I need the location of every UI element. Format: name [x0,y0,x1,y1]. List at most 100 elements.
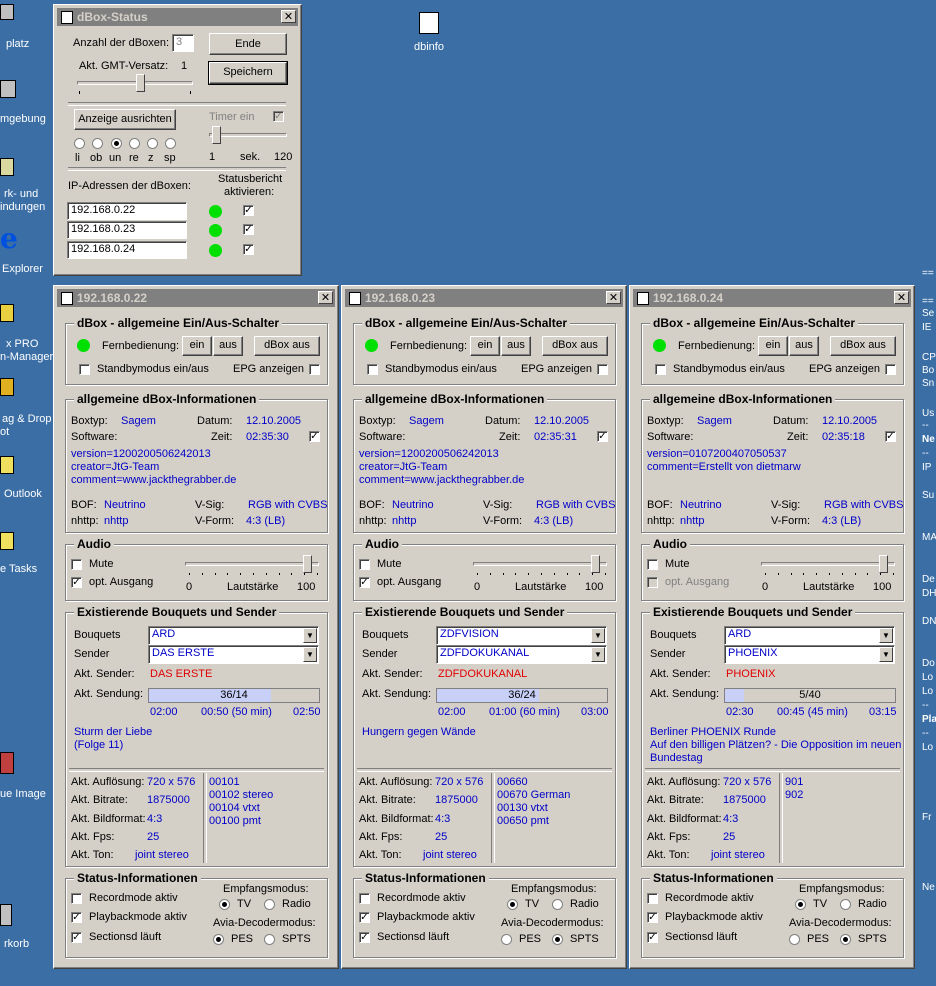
close-button[interactable]: ✕ [606,291,621,304]
playback-checkbox[interactable]: ✓ [647,912,658,923]
sender-select[interactable]: ZDFDOKUKANAL ▼ [436,645,607,664]
drag-drop-icon[interactable] [0,378,14,396]
chevron-down-icon[interactable]: ▼ [879,647,893,662]
dbox-off-button[interactable]: dBox aus [830,336,896,356]
chevron-down-icon[interactable]: ▼ [303,628,317,643]
sender-select[interactable]: DAS ERSTE ▼ [148,645,319,664]
pes-radio[interactable] [213,934,224,945]
tv-radio[interactable] [219,899,230,910]
volume-thumb[interactable] [879,555,888,573]
opt-out-checkbox[interactable]: ✓ [359,577,370,588]
desktop-icon-label[interactable]: x PRO [6,338,38,350]
playback-checkbox[interactable]: ✓ [359,912,370,923]
desktop-icon-label[interactable]: platz [6,38,29,50]
ip-field-2[interactable]: 192.168.0.23 [67,221,187,239]
sectionsd-checkbox[interactable]: ✓ [71,932,82,943]
position-radio-re[interactable] [129,138,140,149]
pro-manager-icon[interactable] [0,304,14,322]
desktop-icon-label[interactable]: ot [0,426,9,438]
tv-radio[interactable] [795,899,806,910]
title-bar[interactable]: dBox-Status ✕ [57,8,298,26]
radio-radio[interactable] [840,899,851,910]
record-checkbox[interactable] [71,893,82,904]
opt-out-checkbox[interactable] [647,577,658,588]
outlook-icon[interactable] [0,456,14,474]
mute-checkbox[interactable] [359,559,370,570]
zeit-checkbox[interactable]: ✓ [885,431,896,442]
status-checkbox[interactable]: ✓ [243,205,254,216]
desktop-icon-label[interactable]: ue Image [0,788,46,800]
volume-track[interactable] [185,562,319,566]
desktop-icon-label[interactable]: indungen [0,201,45,213]
mute-checkbox[interactable] [647,559,658,570]
desktop-icon-label[interactable]: Explorer [2,263,43,275]
internet-explorer-icon[interactable]: e [0,225,20,253]
remote-on-button[interactable]: ein [758,336,788,356]
pes-radio[interactable] [789,934,800,945]
remote-on-button[interactable]: ein [182,336,212,356]
title-bar[interactable]: 192.168.0.24 ✕ [633,289,911,307]
tasks-icon[interactable] [0,532,14,550]
desktop-icon-label[interactable]: Outlook [4,488,42,500]
volume-thumb[interactable] [591,555,600,573]
gmt-slider-thumb[interactable] [136,74,145,92]
dbinfo-icon[interactable] [419,12,439,34]
volume-track[interactable] [761,562,895,566]
tv-radio[interactable] [507,899,518,910]
status-checkbox[interactable]: ✓ [243,224,254,235]
desktop-icon-label[interactable]: n-Manager [0,351,53,363]
record-checkbox[interactable] [647,893,658,904]
timer-checkbox[interactable]: ✓ [273,111,284,122]
position-radio-sp[interactable] [165,138,176,149]
network-icon[interactable] [0,80,16,98]
epg-checkbox[interactable] [885,364,896,375]
radio-radio[interactable] [552,899,563,910]
bouquet-select[interactable]: ZDFVISION ▼ [436,626,607,645]
chevron-down-icon[interactable]: ▼ [303,647,317,662]
timer-slider-thumb[interactable] [212,126,221,144]
spts-radio[interactable] [552,934,563,945]
recycle-bin-icon[interactable] [0,904,12,926]
volume-thumb[interactable] [303,555,312,573]
count-field[interactable]: 3 [172,34,194,52]
spts-radio[interactable] [840,934,851,945]
desktop-icon-label[interactable]: rkorb [4,938,29,950]
radio-radio[interactable] [264,899,275,910]
speichern-button[interactable]: Speichern [208,61,288,85]
close-button[interactable]: ✕ [281,10,296,23]
remote-off-button[interactable]: aus [501,336,531,356]
desktop-icon-label[interactable]: ag & Drop [2,413,52,425]
playback-checkbox[interactable]: ✓ [71,912,82,923]
volume-track[interactable] [473,562,607,566]
epg-checkbox[interactable] [597,364,608,375]
pes-radio[interactable] [501,934,512,945]
bouquet-select[interactable]: ARD ▼ [724,626,895,645]
ende-button[interactable]: Ende [209,33,287,55]
standby-checkbox[interactable] [79,364,90,375]
sectionsd-checkbox[interactable]: ✓ [647,932,658,943]
spts-radio[interactable] [264,934,275,945]
remote-off-button[interactable]: aus [789,336,819,356]
remote-on-button[interactable]: ein [470,336,500,356]
close-button[interactable]: ✕ [894,291,909,304]
desktop-icon-label[interactable]: dbinfo [414,41,444,53]
title-bar[interactable]: 192.168.0.23 ✕ [345,289,623,307]
chevron-down-icon[interactable]: ▼ [879,628,893,643]
zeit-checkbox[interactable]: ✓ [309,431,320,442]
bouquet-select[interactable]: ARD ▼ [148,626,319,645]
standby-checkbox[interactable] [367,364,378,375]
mute-checkbox[interactable] [71,559,82,570]
desktop-icon-label[interactable]: rk- und [4,188,38,200]
gmt-slider-track[interactable] [77,81,193,85]
position-radio-z[interactable] [147,138,158,149]
chevron-down-icon[interactable]: ▼ [591,647,605,662]
image-icon[interactable] [0,752,14,774]
position-radio-ob[interactable] [92,138,103,149]
desktop-icon-label[interactable]: mgebung [0,113,46,125]
record-checkbox[interactable] [359,893,370,904]
title-bar[interactable]: 192.168.0.22 ✕ [57,289,335,307]
position-radio-un[interactable] [111,138,122,149]
remote-off-button[interactable]: aus [213,336,243,356]
dbox-off-button[interactable]: dBox aus [254,336,320,356]
dbox-off-button[interactable]: dBox aus [542,336,608,356]
